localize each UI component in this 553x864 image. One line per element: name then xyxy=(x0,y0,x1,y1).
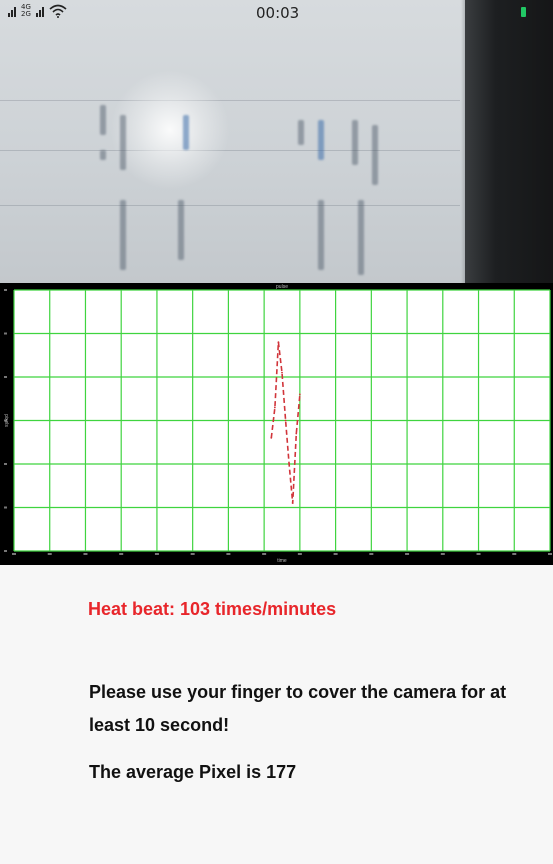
network-2-label: 2G xyxy=(21,10,31,18)
x-tick-mark xyxy=(440,553,445,555)
chart-title: pulse xyxy=(276,284,288,290)
y-tick-mark xyxy=(4,332,7,335)
x-tick-mark xyxy=(476,553,481,555)
pulse-data-point xyxy=(298,393,301,396)
pulse-chart: pulse time pixels xyxy=(0,283,553,565)
signal-1-icon xyxy=(8,5,16,17)
x-tick-mark xyxy=(405,553,410,555)
signal-2-icon xyxy=(35,5,44,17)
status-left: 4G 2G xyxy=(8,4,67,18)
x-tick-mark xyxy=(512,553,517,555)
average-pixel-text: The average Pixel is 177 xyxy=(89,762,297,782)
pulse-data-point xyxy=(295,432,298,435)
blurred-text xyxy=(318,120,324,160)
pulse-data-point xyxy=(284,419,287,422)
pulse-data-point xyxy=(270,437,273,439)
x-tick-mark xyxy=(369,553,374,555)
x-tick-mark xyxy=(154,553,159,555)
blurred-text xyxy=(100,105,106,135)
pulse-data-point xyxy=(277,341,280,344)
wifi-icon xyxy=(49,4,67,18)
light-glare xyxy=(110,70,230,190)
heart-rate-screen: 4G 2G 00:03 pulse time pixels Heat beat: 1… xyxy=(0,0,553,864)
info-panel: Heat beat: 103 times/minutes Please use … xyxy=(0,565,553,864)
blurred-text xyxy=(318,200,324,270)
y-tick-mark xyxy=(4,550,7,552)
network-labels: 4G 2G xyxy=(21,4,31,18)
pulse-chart-svg: pulse time pixels xyxy=(3,284,552,564)
pulse-data-point xyxy=(273,406,276,409)
x-tick-mark xyxy=(262,553,267,555)
y-tick-mark xyxy=(4,289,7,291)
y-axis-label: pixels xyxy=(3,414,9,427)
x-tick-mark xyxy=(297,553,302,555)
x-tick-mark xyxy=(333,553,338,555)
y-tick-mark xyxy=(4,506,7,509)
status-bar: 4G 2G 00:03 xyxy=(0,0,553,26)
x-tick-mark xyxy=(47,553,52,555)
blurred-text xyxy=(358,200,364,275)
pulse-data-point xyxy=(291,502,294,505)
blurred-text xyxy=(100,150,106,160)
device-bezel xyxy=(465,0,553,285)
battery-icon xyxy=(521,7,526,17)
blurred-text xyxy=(183,115,189,150)
x-tick-mark xyxy=(548,553,552,555)
blurred-text xyxy=(372,125,378,185)
pulse-data-point xyxy=(281,371,283,374)
pulse-data-point xyxy=(288,463,291,465)
paper-line xyxy=(0,150,460,151)
status-time: 00:03 xyxy=(256,4,300,22)
x-tick-mark xyxy=(226,553,231,555)
blurred-text xyxy=(120,200,126,270)
camera-preview xyxy=(0,0,553,285)
blurred-text xyxy=(120,115,126,170)
x-axis-label: time xyxy=(277,558,287,564)
y-tick-mark xyxy=(4,376,7,378)
paper-line xyxy=(0,100,460,101)
heartbeat-text: Heat beat: 103 times/minutes xyxy=(88,599,337,619)
blurred-text xyxy=(352,120,358,165)
y-tick-mark xyxy=(4,463,7,465)
x-tick-mark xyxy=(119,553,124,555)
blurred-text xyxy=(298,120,304,145)
x-tick-mark xyxy=(12,553,16,555)
blurred-text xyxy=(178,200,184,260)
x-tick-mark xyxy=(83,553,88,555)
x-tick-mark xyxy=(190,553,195,555)
paper-line xyxy=(0,205,460,206)
instruction-text: Please use your finger to cover the came… xyxy=(89,682,507,735)
